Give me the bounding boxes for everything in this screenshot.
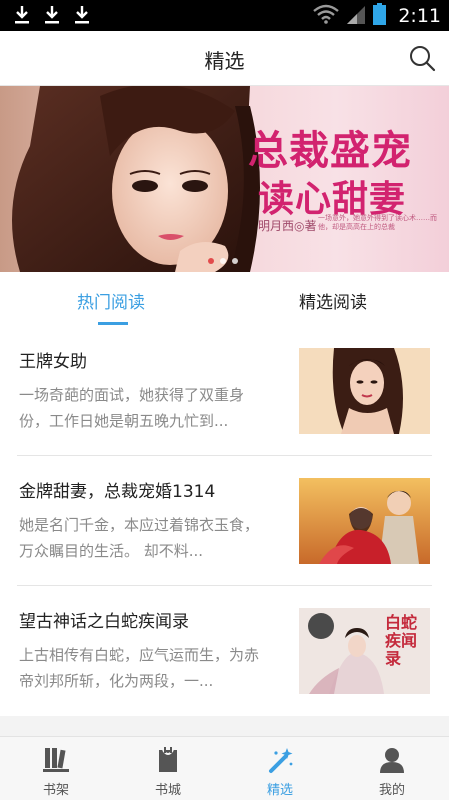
book-list-item[interactable]: 望古神话之白蛇疾闻录 上古相传有白蛇，应气运而生，为赤帝刘邦所斩，化为两段，一.…: [0, 586, 449, 716]
banner-author: 明月西◎著: [258, 219, 317, 233]
book-cover-title: 白蛇疾闻录: [385, 613, 418, 668]
magic-wand-icon: [269, 748, 293, 773]
book-title: 金牌甜妻，总裁宠婚1314: [19, 482, 216, 502]
system-tray: 2:11: [313, 0, 441, 31]
banner-pager: [208, 258, 238, 264]
nav-bookshelf[interactable]: 书架: [0, 737, 112, 800]
book-cover: [299, 348, 430, 434]
book-list-item[interactable]: 王牌女助 一场奇葩的面试，她获得了双重身份，工作日她是朝五晚九忙到...: [0, 326, 449, 456]
nav-profile[interactable]: 我的: [336, 737, 448, 800]
download-icon: [13, 5, 31, 25]
download-icon: [43, 5, 61, 25]
list-footer-spacer: [0, 716, 449, 736]
book-title: 王牌女助: [19, 352, 87, 372]
clock: 2:11: [398, 4, 441, 27]
bottom-nav: 书架 书城 精选 我的: [0, 736, 449, 800]
nav-bookstore[interactable]: 书城: [112, 737, 224, 800]
tab-hot-reading[interactable]: 热门阅读: [77, 288, 145, 313]
nav-label: 书城: [154, 783, 181, 798]
nav-featured[interactable]: 精选: [224, 737, 336, 800]
status-bar: 2:11: [0, 0, 449, 31]
book-description: 上古相传有白蛇，应气运而生，为赤帝刘邦所斩，化为两段，一...: [19, 646, 260, 690]
tab-featured-reading[interactable]: 精选阅读: [299, 288, 367, 313]
book-description: 她是名门千金，本应过着锦衣玉食，万众瞩目的生活。 却不料...: [19, 516, 260, 560]
pager-dot[interactable]: [220, 258, 226, 264]
nav-label: 书架: [42, 783, 69, 798]
book-list-item[interactable]: 金牌甜妻，总裁宠婚1314 她是名门千金，本应过着锦衣玉食，万众瞩目的生活。 却…: [0, 456, 449, 586]
pager-dot[interactable]: [232, 258, 238, 264]
battery-icon: [373, 2, 387, 29]
pager-dot[interactable]: [208, 258, 214, 264]
wifi-icon: [313, 4, 340, 28]
banner-fine-print: 一场意外，她意外得到了读心术……而他，却是高高在上的总裁: [318, 214, 437, 231]
profile-icon: [380, 748, 404, 773]
book-title: 望古神话之白蛇疾闻录: [19, 612, 189, 632]
nav-label: 我的: [378, 783, 405, 798]
book-cover: 白蛇疾闻录: [299, 608, 430, 694]
signal-icon: [345, 4, 367, 28]
app-header: 精选: [0, 31, 449, 86]
nav-label: 精选: [266, 783, 293, 798]
tab-bar: 热门阅读 精选阅读: [0, 272, 449, 326]
download-icon: [73, 5, 91, 25]
page-title: 精选: [204, 49, 245, 73]
book-description: 一场奇葩的面试，她获得了双重身份，工作日她是朝五晚九忙到...: [19, 386, 245, 430]
book-cover: [299, 478, 430, 564]
search-button[interactable]: [407, 43, 437, 73]
tab-indicator: [98, 322, 128, 325]
promo-banner[interactable]: 总裁盛宠 读心甜妻 明月西◎著 一场意外，她意外得到了读心术……而他，却是高高在…: [0, 86, 449, 272]
bookstore-icon: [159, 747, 177, 772]
search-icon: [410, 46, 436, 72]
banner-title-line1: 总裁盛宠: [248, 127, 412, 174]
bookshelf-icon: [43, 748, 69, 772]
